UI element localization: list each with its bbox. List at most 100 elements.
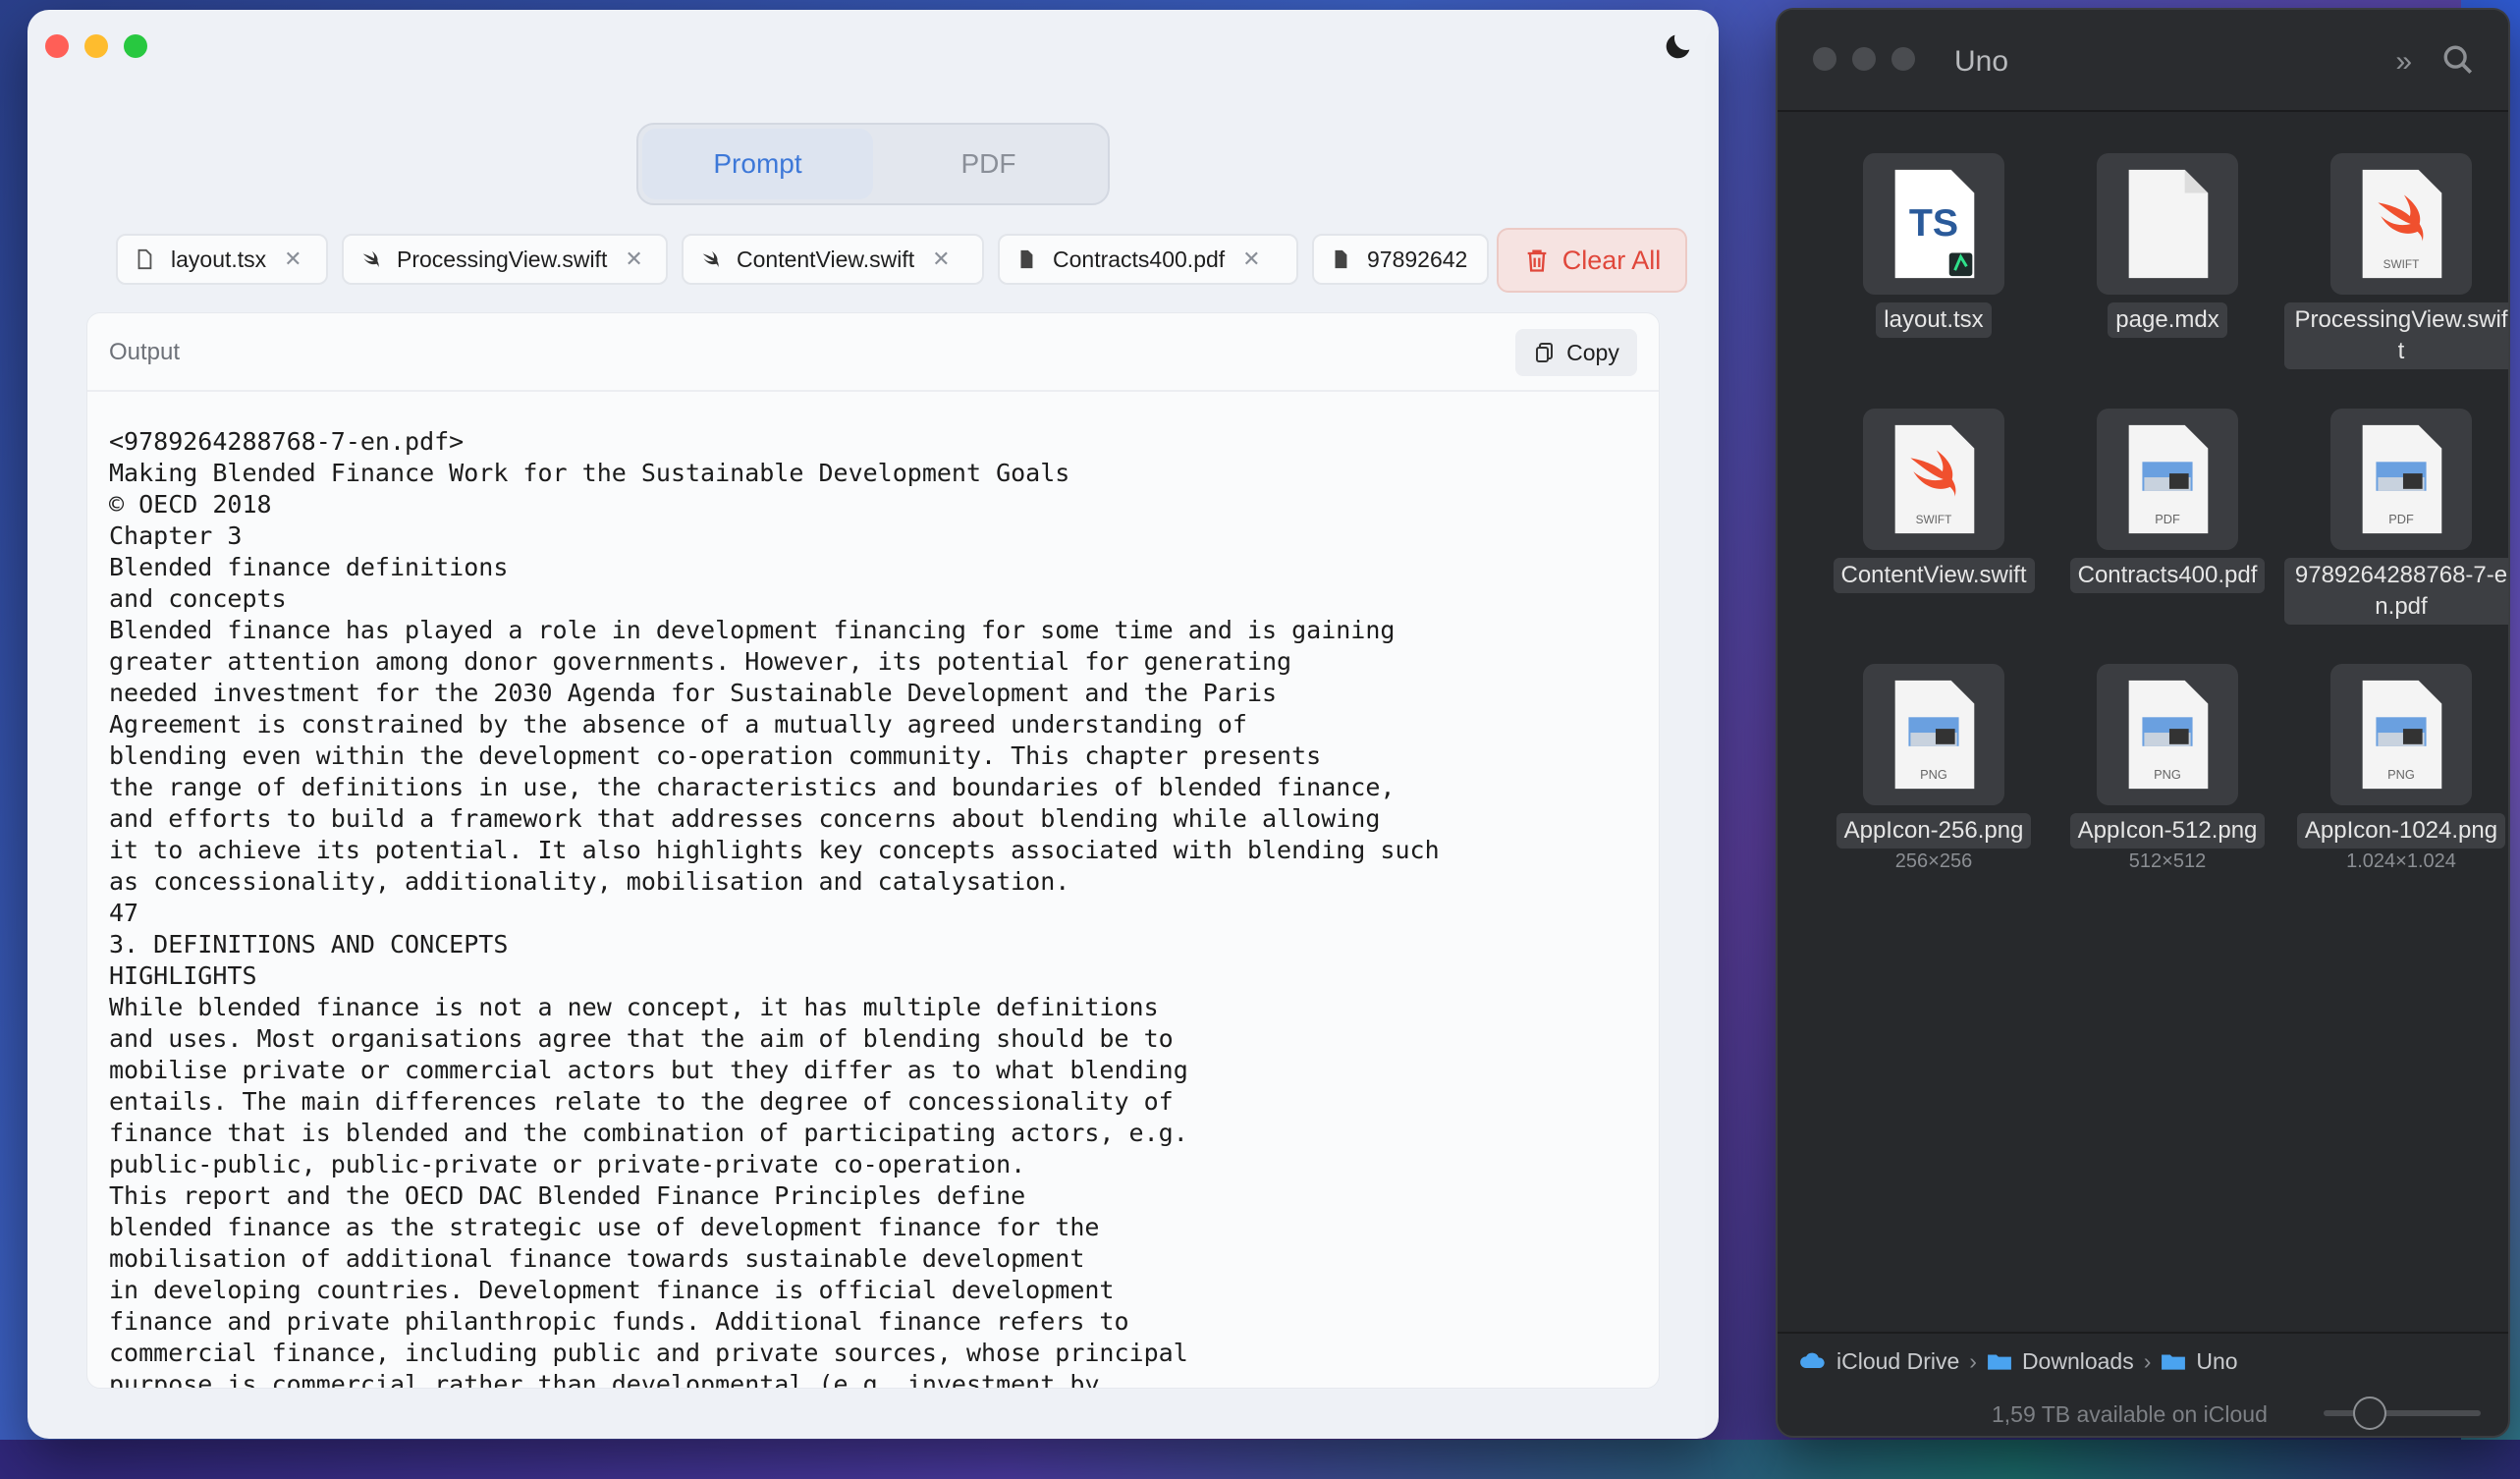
- output-line: in developing countries. Development fin…: [109, 1276, 1115, 1304]
- file-name-label: 9789264288768-7-en.pdf: [2284, 558, 2508, 625]
- svg-text:SWIFT: SWIFT: [2383, 257, 2420, 271]
- file-chip-contentview-swift[interactable]: ContentView.swift ✕: [682, 234, 984, 285]
- finder-zoom-button[interactable]: [1891, 47, 1915, 71]
- output-line: Chapter 3: [109, 521, 243, 550]
- file-chip-layout-tsx[interactable]: layout.tsx ✕: [116, 234, 328, 285]
- search-icon[interactable]: [2441, 43, 2475, 77]
- close-icon[interactable]: ✕: [625, 246, 642, 272]
- finder-file-item[interactable]: PNG AppIcon-1024.png 1.024×1.024: [2284, 664, 2508, 873]
- file-thumbnail-icon: PNG: [2330, 664, 2472, 805]
- file-chip-label: 97892642: [1367, 246, 1468, 272]
- output-line: blending even within the development co-…: [109, 741, 1322, 770]
- copy-icon: [1536, 343, 1554, 362]
- file-name-label: layout.tsx: [1876, 302, 1992, 338]
- file-name-label: page.mdx: [2108, 302, 2227, 338]
- file-name-label: Contracts400.pdf: [2069, 558, 2266, 593]
- finder-file-item[interactable]: SWIFT ContentView.swift: [1817, 409, 2051, 593]
- slider-knob[interactable]: [2353, 1397, 2386, 1430]
- output-line: entails. The main differences relate to …: [109, 1087, 1174, 1116]
- file-name-label: ContentView.swift: [1833, 558, 2035, 593]
- finder-file-item[interactable]: PDF 9789264288768-7-en.pdf: [2284, 409, 2508, 625]
- output-line: Making Blended Finance Work for the Sust…: [109, 459, 1070, 487]
- trash-icon: [1527, 249, 1547, 272]
- folder-icon: [2162, 1354, 2186, 1370]
- path-item-uno[interactable]: Uno: [2196, 1348, 2237, 1375]
- finder-window: Uno » TS layout.tsx page.mdx SWIFT Processin…: [1776, 8, 2510, 1438]
- output-line: mobilisation of additional finance towar…: [109, 1244, 1085, 1273]
- finder-file-item[interactable]: PDF Contracts400.pdf: [2051, 409, 2284, 593]
- attached-files-row: layout.tsx ✕ ProcessingView.swift ✕ Cont…: [116, 228, 1693, 293]
- output-line: 3. DEFINITIONS AND CONCEPTS: [109, 930, 509, 959]
- output-label: Output: [109, 339, 181, 365]
- svg-text:PDF: PDF: [2155, 512, 2180, 526]
- copy-button[interactable]: Copy: [1515, 329, 1637, 376]
- chevron-double-right-icon[interactable]: »: [2395, 45, 2412, 79]
- file-name-label: ProcessingView.swift: [2284, 302, 2508, 369]
- file-name-label: AppIcon-256.png: [1835, 813, 2032, 849]
- desktop-wallpaper-bottom: [0, 1440, 2520, 1479]
- svg-text:SWIFT: SWIFT: [1916, 513, 1952, 526]
- output-line: needed investment for the 2030 Agenda fo…: [109, 679, 1278, 707]
- finder-file-item[interactable]: PNG AppIcon-256.png 256×256: [1817, 664, 2051, 873]
- output-line: Blended finance definitions: [109, 553, 509, 581]
- file-thumbnail-icon: [2097, 153, 2238, 295]
- icon-size-slider[interactable]: [2324, 1397, 2481, 1430]
- output-line: Blended finance has played a role in dev…: [109, 616, 1396, 644]
- finder-title: Uno: [1954, 45, 2009, 78]
- minimize-window-button[interactable]: [84, 34, 108, 58]
- copy-label: Copy: [1566, 339, 1619, 365]
- close-icon[interactable]: ✕: [1242, 246, 1260, 272]
- swift-icon: [699, 248, 721, 270]
- finder-window-controls: [1813, 47, 1915, 71]
- file-chip-contracts400-pdf[interactable]: Contracts400.pdf ✕: [998, 234, 1298, 285]
- output-line: purpose is commercial rather than develo…: [109, 1370, 1100, 1389]
- file-chip-processingview-swift[interactable]: ProcessingView.swift ✕: [342, 234, 668, 285]
- output-line: mobilise private or commercial actors bu…: [109, 1056, 1188, 1084]
- output-line: public-public, public-private or private…: [109, 1150, 1026, 1178]
- clear-all-button[interactable]: Clear All: [1497, 228, 1687, 293]
- finder-path-bar: iCloud Drive › Downloads › Uno: [1778, 1332, 2508, 1389]
- chevron-right-icon: ›: [2143, 1347, 2152, 1374]
- output-line: <9789264288768-7-en.pdf>: [109, 427, 465, 456]
- output-header: Output Copy: [87, 313, 1659, 392]
- clear-all-label: Clear All: [1561, 245, 1662, 275]
- file-chip-9789264288768-pdf[interactable]: 97892642: [1312, 234, 1489, 285]
- close-icon[interactable]: ✕: [284, 246, 301, 272]
- mode-segmented-control: Prompt PDF: [636, 123, 1110, 205]
- close-window-button[interactable]: [45, 34, 69, 58]
- output-line: Agreement is constrained by the absence …: [109, 710, 1247, 739]
- finder-file-item[interactable]: TS layout.tsx: [1817, 153, 2051, 338]
- document-icon: [134, 248, 155, 270]
- document-icon: [1330, 248, 1351, 270]
- finder-file-item[interactable]: page.mdx: [2051, 153, 2284, 338]
- svg-text:PNG: PNG: [2387, 767, 2415, 782]
- path-item-icloud[interactable]: iCloud Drive: [1836, 1348, 1959, 1375]
- file-chip-label: layout.tsx: [171, 246, 267, 272]
- finder-file-item[interactable]: SWIFT ProcessingView.swift: [2284, 153, 2508, 369]
- finder-minimize-button[interactable]: [1852, 47, 1876, 71]
- finder-file-item[interactable]: PNG AppIcon-512.png 512×512: [2051, 664, 2284, 873]
- segment-pdf[interactable]: PDF: [873, 129, 1104, 199]
- segment-prompt[interactable]: Prompt: [642, 129, 873, 199]
- path-item-downloads[interactable]: Downloads: [2022, 1348, 2134, 1375]
- document-icon: [1015, 248, 1037, 270]
- output-line: blended finance as the strategic use of …: [109, 1213, 1100, 1241]
- zoom-window-button[interactable]: [124, 34, 147, 58]
- file-thumbnail-icon: PDF: [2097, 409, 2238, 550]
- output-text[interactable]: <9789264288768-7-en.pdf> Making Blended F…: [109, 426, 1649, 1389]
- file-thumbnail-icon: PNG: [2097, 664, 2238, 805]
- file-dimensions-label: 1.024×1.024: [2346, 850, 2456, 872]
- finder-close-button[interactable]: [1813, 47, 1836, 71]
- output-line: While blended finance is not a new conce…: [109, 993, 1159, 1021]
- swift-icon: [359, 248, 381, 270]
- moon-icon[interactable]: [1662, 29, 1695, 63]
- output-line: and uses. Most organisations agree that …: [109, 1024, 1174, 1053]
- chevron-right-icon: ›: [1969, 1347, 1977, 1374]
- svg-text:PDF: PDF: [2388, 512, 2414, 526]
- output-line: as concessionality, additionality, mobil…: [109, 867, 1070, 896]
- output-line: This report and the OECD DAC Blended Fin…: [109, 1181, 1026, 1210]
- file-chip-label: ContentView.swift: [737, 246, 915, 272]
- file-dimensions-label: 512×512: [2128, 850, 2207, 872]
- close-icon[interactable]: ✕: [932, 246, 950, 272]
- svg-text:TS: TS: [1909, 201, 1958, 245]
